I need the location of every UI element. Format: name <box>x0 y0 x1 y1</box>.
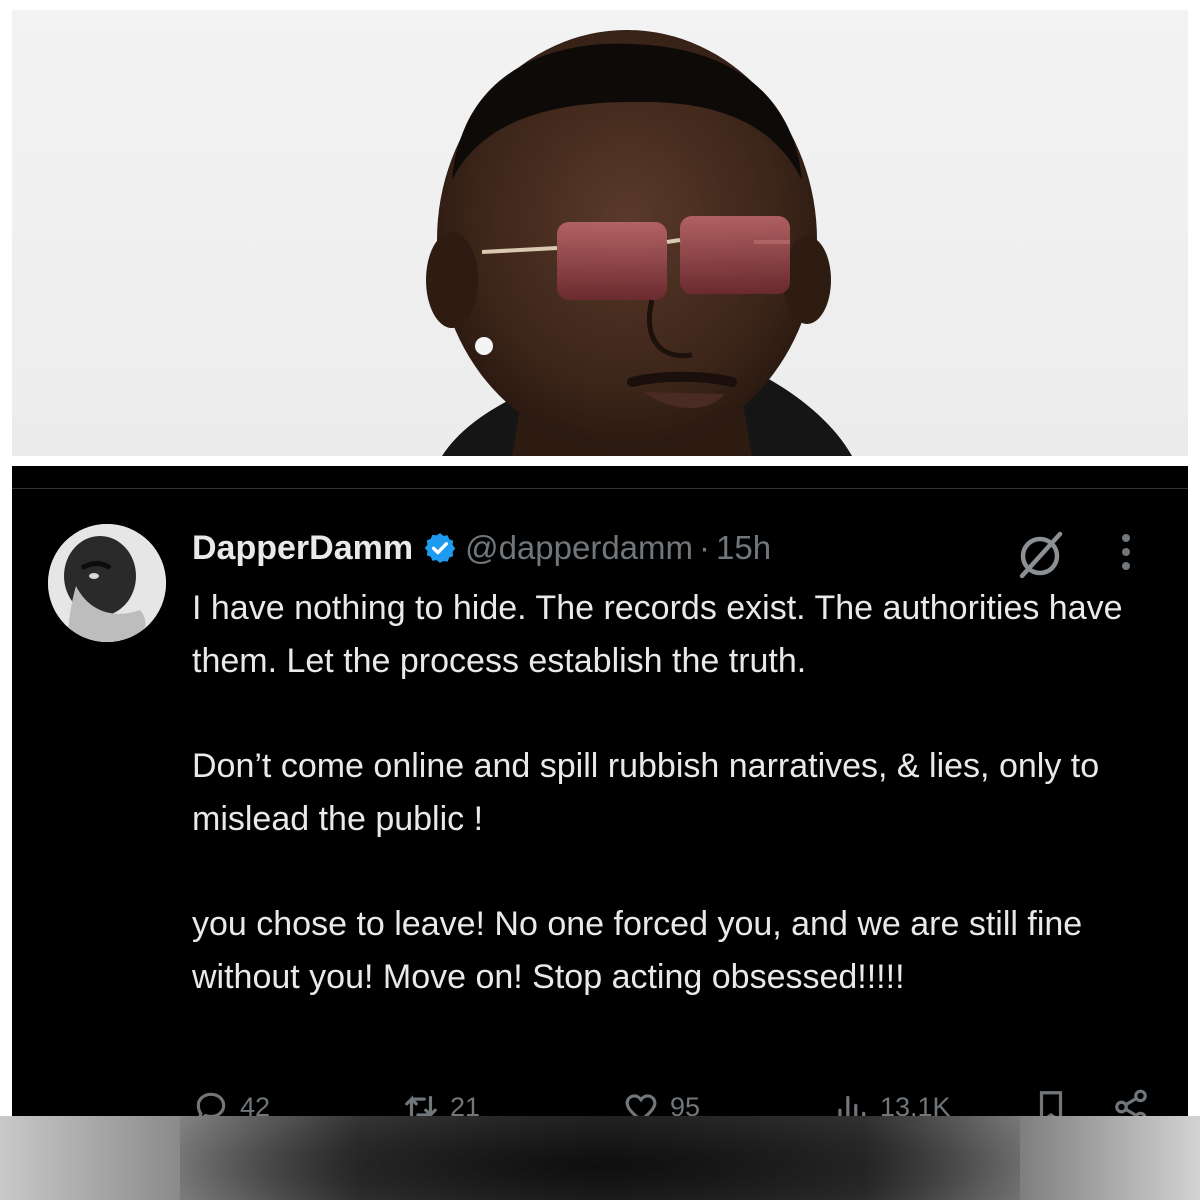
tweet-paragraph-3: you chose to leave! No one forced you, a… <box>192 905 1083 996</box>
views-button[interactable]: 13.1K <box>832 1088 951 1116</box>
separator-dot: · <box>699 529 711 566</box>
more-icon[interactable] <box>1110 532 1142 572</box>
share-button[interactable] <box>1112 1088 1160 1116</box>
views-icon <box>838 1095 866 1116</box>
reply-count: 42 <box>240 1091 271 1117</box>
header-photo <box>12 10 1188 456</box>
grok-icon[interactable] <box>1014 528 1066 580</box>
bookmark-icon <box>1039 1091 1063 1116</box>
display-name[interactable]: DapperDamm <box>192 529 413 568</box>
background-blur-strip <box>0 1116 1200 1200</box>
verified-badge-icon <box>423 531 457 565</box>
portrait-illustration <box>426 30 852 456</box>
repost-icon <box>405 1095 437 1116</box>
repost-count: 21 <box>450 1091 481 1117</box>
tweet-paragraph-1: I have nothing to hide. The records exis… <box>192 589 1123 680</box>
tweet-header: DapperDamm @dapperdamm · 15h <box>192 526 771 570</box>
reply-button[interactable]: 42 <box>192 1088 270 1116</box>
tweet-card[interactable]: DapperDamm @dapperdamm · 15h I have noth… <box>12 466 1188 1116</box>
like-count: 95 <box>670 1091 701 1117</box>
repost-button[interactable]: 21 <box>402 1088 480 1116</box>
share-icon <box>1115 1089 1147 1116</box>
divider <box>12 488 1188 489</box>
avatar[interactable] <box>48 524 166 642</box>
bookmark-button[interactable] <box>1032 1088 1080 1116</box>
timestamp[interactable]: 15h <box>716 529 771 567</box>
action-bar: 42 21 95 13.1K <box>192 1088 1152 1116</box>
avatar-image <box>48 524 166 642</box>
user-handle[interactable]: @dapperdamm <box>465 529 693 567</box>
views-count: 13.1K <box>880 1091 951 1117</box>
reply-icon <box>196 1092 226 1116</box>
like-button[interactable]: 95 <box>622 1088 700 1116</box>
tweet-paragraph-2: Don’t come online and spill rubbish narr… <box>192 747 1100 838</box>
like-icon <box>625 1094 657 1116</box>
tweet-text: I have nothing to hide. The records exis… <box>192 582 1162 1056</box>
